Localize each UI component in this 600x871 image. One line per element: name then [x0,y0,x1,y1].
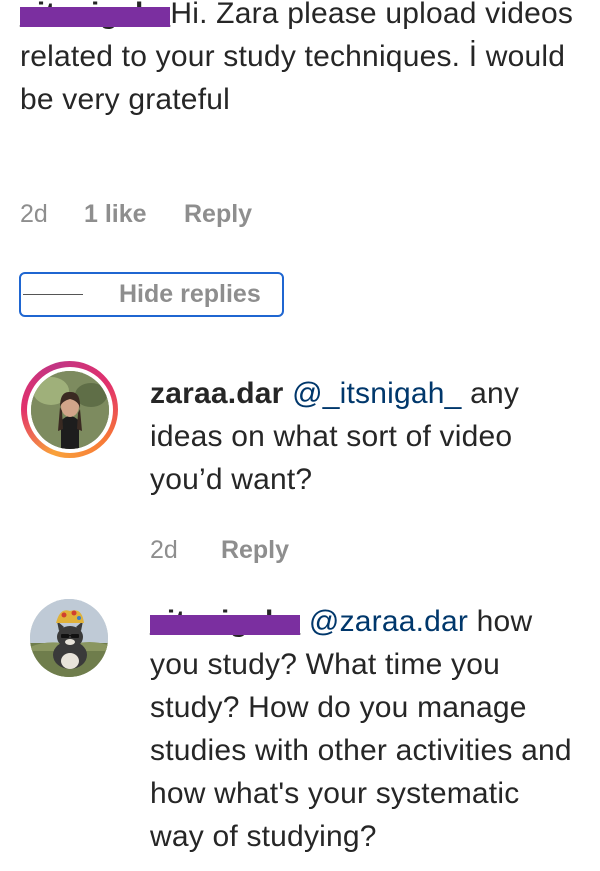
comment-likes[interactable]: 1 like [84,200,184,229]
reply-1: zaraa.dar @_itsnigah_ any ideas on what … [150,372,580,501]
comment-time: 2d [20,200,48,228]
reply-1-username[interactable]: zaraa.dar [150,377,284,410]
avatar-photo [30,370,109,449]
redaction-bar [150,615,301,635]
reply-2: _itsnigah_ @zaraa.dar how you study? Wha… [150,600,580,858]
comment: _itsnigah_Hi. Zara please upload videos … [20,0,580,121]
reply-2-mention[interactable]: @zaraa.dar [309,605,468,638]
reply-2-username[interactable]: _itsnigah_ [150,600,301,643]
comment-username[interactable]: _itsnigah_ [20,0,171,35]
avatar-zaraa-dar[interactable] [21,361,118,458]
reply-1-time: 2d [150,536,178,564]
avatar-itsnigah[interactable] [30,599,108,677]
comment-meta: 2d 1 like Reply [20,200,252,229]
hide-replies-label: Hide replies [119,280,261,308]
reply-1-mention[interactable]: @_itsnigah_ [292,377,461,410]
person-photo-icon [30,370,109,449]
cat-photo-icon [30,599,108,677]
hide-replies-button[interactable]: Hide replies [19,272,284,317]
divider-line [23,294,83,295]
comment-reply-button[interactable]: Reply [184,200,252,229]
reply-1-meta: 2d Reply [150,536,289,565]
reply-1-reply-button[interactable]: Reply [221,536,289,564]
comments-page: _itsnigah_Hi. Zara please upload videos … [0,0,600,871]
redaction-bar [20,7,171,27]
